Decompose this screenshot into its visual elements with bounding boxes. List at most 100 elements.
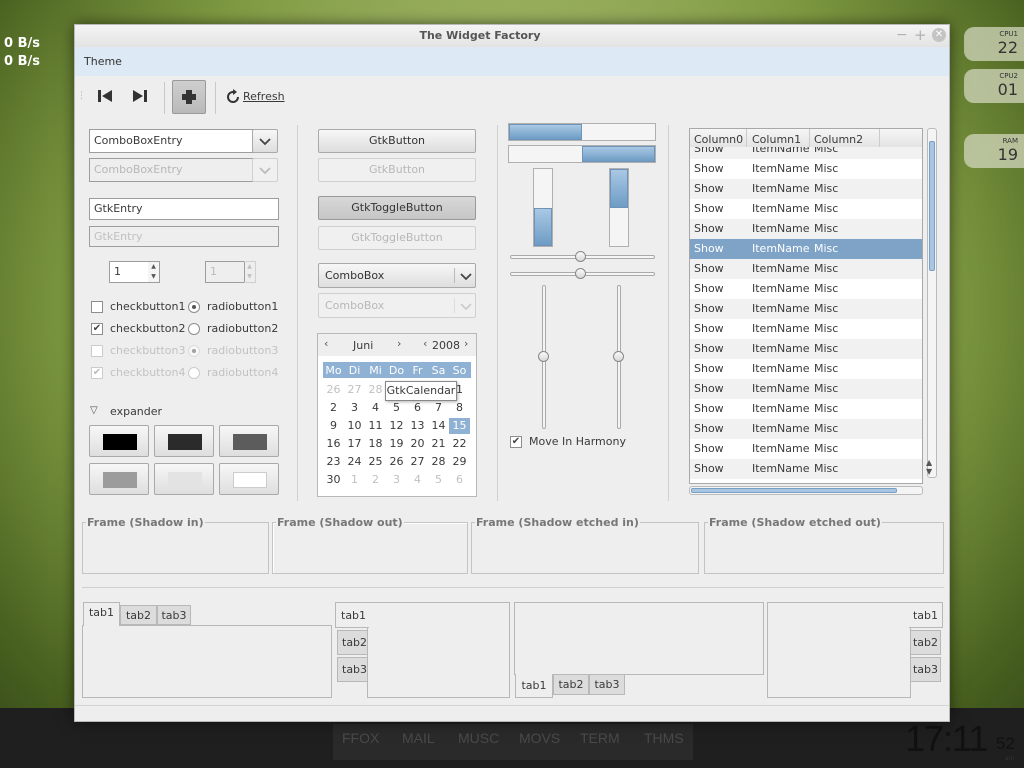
calendar-day[interactable]: 22	[449, 436, 470, 452]
calendar-day[interactable]: 1	[344, 472, 365, 488]
calendar-day[interactable]: 25	[365, 454, 386, 470]
calendar-day[interactable]: 3	[344, 400, 365, 416]
notebook-top-tab3[interactable]: tab3	[157, 605, 191, 625]
notebook-right-tab1[interactable]: tab1	[909, 602, 943, 628]
calendar-day[interactable]: 11	[365, 418, 386, 434]
notebook-right-tab3[interactable]: tab3	[910, 657, 941, 682]
calendar-day[interactable]: 17	[344, 436, 365, 452]
calendar-day[interactable]: 5	[386, 400, 407, 416]
checkbutton2-box[interactable]: ✔	[91, 323, 103, 335]
tree-hscrollbar[interactable]	[689, 486, 923, 495]
calendar-day[interactable]: 27	[407, 454, 428, 470]
checkbutton1-label[interactable]: checkbutton1	[110, 300, 186, 313]
tree-row[interactable]: Show ItemName Misc	[690, 339, 922, 359]
calendar-day[interactable]: 3	[386, 472, 407, 488]
scroll-arrows-icon[interactable]: ▲ ▼	[926, 458, 932, 476]
notebook-left-tab2[interactable]: tab2	[337, 630, 368, 655]
vscale-2-handle[interactable]	[613, 351, 624, 362]
calendar-day[interactable]: 30	[323, 472, 344, 488]
tree-row[interactable]: Show ItemName Misc	[690, 359, 922, 379]
calendar-day[interactable]: 18	[365, 436, 386, 452]
next-month-icon[interactable]: ›	[397, 337, 401, 350]
skip-first-icon[interactable]	[94, 85, 116, 107]
toolbar-grip-icon[interactable]: ⋮	[77, 91, 86, 101]
color-button[interactable]	[219, 425, 279, 457]
expander-arrow-icon[interactable]: ▽	[90, 405, 98, 416]
next-year-icon[interactable]: ›	[464, 337, 468, 350]
calendar-day[interactable]: 6	[449, 472, 470, 488]
calendar-day[interactable]: 21	[428, 436, 449, 452]
calendar-day[interactable]: 16	[323, 436, 344, 452]
tree-row[interactable]: Show ItemName Misc	[690, 259, 922, 279]
tree-hscrollbar-thumb[interactable]	[691, 488, 897, 493]
notebook-bottom-tab2[interactable]: tab2	[553, 674, 589, 695]
color-button[interactable]	[219, 463, 279, 495]
calendar-day[interactable]: 10	[344, 418, 365, 434]
tree-row[interactable]: Show ItemName Misc	[690, 399, 922, 419]
refresh-button[interactable]: Refresh	[223, 88, 303, 108]
calendar-day[interactable]: 2	[365, 472, 386, 488]
dock-item-musc[interactable]: MUSC	[458, 730, 499, 746]
dock-item-ffox[interactable]: FFOX	[342, 730, 379, 746]
calendar-day[interactable]: 12	[386, 418, 407, 434]
tree-row[interactable]: Show ItemName Misc	[690, 219, 922, 239]
checkbutton2-label[interactable]: checkbutton2	[110, 322, 186, 335]
hscale-2-handle[interactable]	[575, 268, 586, 279]
calendar-day[interactable]: 26	[386, 454, 407, 470]
tree-vscrollbar[interactable]	[927, 128, 937, 478]
calendar-day[interactable]: 28	[428, 454, 449, 470]
calendar-day[interactable]: 24	[344, 454, 365, 470]
tree-row[interactable]: Show ItemName Misc	[690, 319, 922, 339]
tree-row[interactable]: Show ItemName Misc	[690, 419, 922, 439]
notebook-bottom-tab1[interactable]: tab1	[515, 674, 553, 698]
notebook-bottom-tab3[interactable]: tab3	[589, 674, 625, 695]
calendar-day[interactable]: 28	[365, 382, 386, 398]
calendar-day[interactable]: 13	[407, 418, 428, 434]
move-in-harmony-label[interactable]: Move In Harmony	[529, 435, 626, 448]
dock-item-mail[interactable]: MAIL	[402, 730, 435, 746]
color-button[interactable]	[154, 425, 214, 457]
notebook-right-tab2[interactable]: tab2	[910, 630, 941, 655]
radiobutton1-label[interactable]: radiobutton1	[207, 300, 278, 313]
minimize-icon[interactable]: −	[896, 27, 908, 43]
combo-entry-toggle[interactable]	[252, 129, 278, 153]
tree-row[interactable]: Show ItemName Misc	[690, 199, 922, 219]
calendar-day[interactable]: 14	[428, 418, 449, 434]
add-button[interactable]	[172, 80, 206, 114]
move-in-harmony-box[interactable]: ✔	[510, 436, 522, 448]
color-button[interactable]	[154, 463, 214, 495]
dock-item-movs[interactable]: MOVS	[519, 730, 560, 746]
dock-item-thms[interactable]: THMS	[644, 730, 684, 746]
combo-entry-input[interactable]: ComboBoxEntry	[89, 129, 257, 153]
column1-header[interactable]: Column1	[752, 133, 801, 146]
calendar-day[interactable]: 9	[323, 418, 344, 434]
gtk-toggle-button[interactable]: GtkToggleButton	[318, 196, 476, 220]
checkbutton1-box[interactable]	[91, 301, 103, 313]
calendar-day[interactable]: 7	[428, 400, 449, 416]
notebook-top-tab1[interactable]: tab1	[83, 602, 120, 626]
calendar-day[interactable]: 19	[386, 436, 407, 452]
expander-label[interactable]: expander	[110, 405, 162, 418]
calendar-day[interactable]: 6	[407, 400, 428, 416]
calendar-day[interactable]: 2	[323, 400, 344, 416]
gtk-button[interactable]: GtkButton	[318, 129, 476, 153]
tree-row[interactable]: Show ItemName Misc	[690, 239, 922, 259]
maximize-icon[interactable]: +	[914, 26, 927, 44]
title-bar[interactable]: The Widget Factory − + ✕	[75, 25, 949, 47]
close-icon[interactable]: ✕	[932, 28, 946, 42]
calendar-day[interactable]: 27	[344, 382, 365, 398]
spin-arrows-icon[interactable]: ▲ ▼	[148, 261, 160, 283]
radiobutton1-dot[interactable]	[188, 301, 200, 313]
tree-row[interactable]: Show ItemName Misc	[690, 279, 922, 299]
calendar-day[interactable]: 8	[449, 400, 470, 416]
tree-row[interactable]: Show ItemName Misc	[690, 299, 922, 319]
dock-item-term[interactable]: TERM	[580, 730, 620, 746]
tree-row[interactable]: Show ItemName Misc	[690, 439, 922, 459]
notebook-left-tab3[interactable]: tab3	[337, 657, 368, 682]
tree-row[interactable]: Show ItemName Misc	[690, 147, 922, 159]
tree-row[interactable]: Show ItemName Misc	[690, 379, 922, 399]
radiobutton2-label[interactable]: radiobutton2	[207, 322, 278, 335]
spin-input[interactable]: 1	[109, 261, 149, 283]
tree-row[interactable]: Show ItemName Misc	[690, 459, 922, 479]
calendar-day[interactable]: 4	[407, 472, 428, 488]
